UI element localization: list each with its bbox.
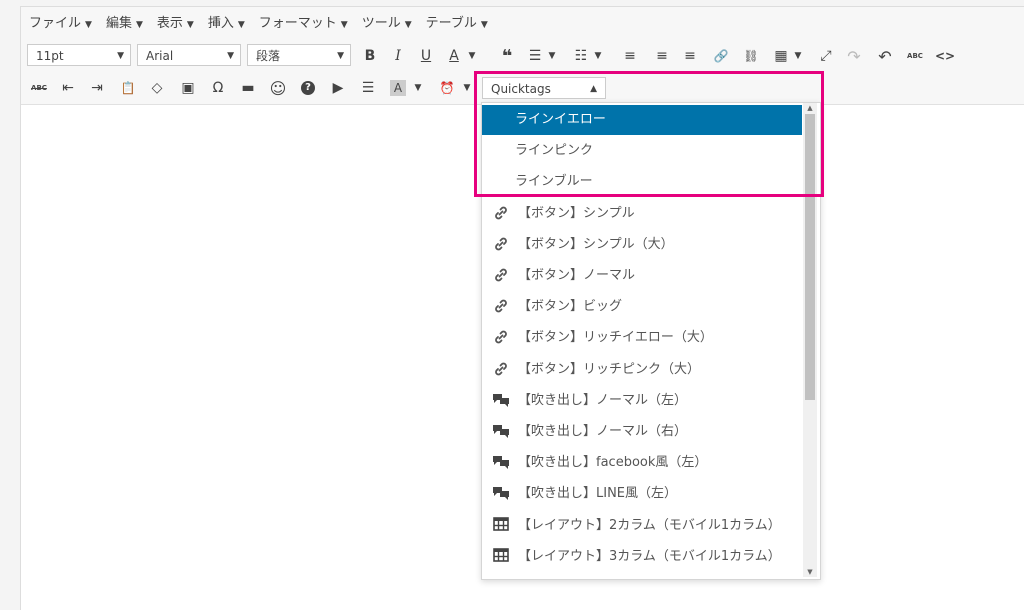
paste-button[interactable]: 📋 xyxy=(116,76,140,100)
image-button[interactable]: ▣ xyxy=(176,76,200,100)
font-size-select[interactable]: 11pt ▼ xyxy=(27,44,131,66)
outdent-button[interactable]: ⇤ xyxy=(56,76,80,100)
menubar: ファイル ▼ 編集 ▼ 表示 ▼ 挿入 ▼ フォーマット ▼ ツール ▼ テーブル ▼ xyxy=(21,7,1024,35)
bullet-list-dropdown[interactable]: ▼ xyxy=(547,44,557,68)
link-icon xyxy=(492,361,510,382)
menu-item[interactable]: 【吹き出し】ノーマル（左） xyxy=(482,386,802,416)
align-left-button[interactable]: ≡ xyxy=(618,44,642,68)
align-center-button[interactable]: ≡ xyxy=(650,44,674,68)
format-select[interactable]: 段落 ▼ xyxy=(247,44,351,66)
highlight-box xyxy=(474,71,824,197)
justify-button[interactable]: ☰ xyxy=(356,76,380,100)
redo-button[interactable]: ↷ xyxy=(842,44,866,68)
background-color-dropdown[interactable]: ▼ xyxy=(413,76,423,100)
clock-button[interactable]: ⏰ xyxy=(435,76,459,100)
link-icon xyxy=(492,329,510,350)
help-button[interactable]: ? xyxy=(296,76,320,100)
numbered-list-button[interactable]: ☷ xyxy=(569,44,593,68)
menu-item[interactable]: 【ボタン】シンプル（大） xyxy=(482,230,802,260)
emoji-button[interactable]: ☺ xyxy=(266,76,290,100)
menu-item-label: 【レイアウト】2カラム（モバイル1カラム） xyxy=(518,517,781,533)
link-button[interactable]: 🔗 xyxy=(709,44,733,68)
link-icon xyxy=(492,205,510,226)
table-dropdown[interactable]: ▼ xyxy=(793,44,803,68)
layout-icon xyxy=(492,547,510,567)
undo-button[interactable]: ↶ xyxy=(873,44,897,68)
horizontal-rule-button[interactable]: ▬ xyxy=(236,76,260,100)
menu-item-label: 【ボタン】シンプル（大） xyxy=(518,236,674,252)
scroll-down-icon[interactable]: ▼ xyxy=(803,567,817,577)
menu-file[interactable]: ファイル ▼ xyxy=(29,12,92,31)
menu-item[interactable]: 【レイアウト】2カラム（モバイル1カラム） xyxy=(482,511,802,541)
text-color-button[interactable]: A xyxy=(442,44,466,68)
menu-table[interactable]: テーブル ▼ xyxy=(426,12,488,31)
menu-item[interactable]: 【ボタン】ビッグ xyxy=(482,292,802,322)
clock-dropdown[interactable]: ▼ xyxy=(462,76,472,100)
spellcheck-button[interactable]: ABC xyxy=(903,44,927,68)
underline-button[interactable]: U xyxy=(414,44,438,68)
chevron-down-icon: ▼ xyxy=(337,51,344,61)
menu-item-label: 【吹き出し】facebook風（左） xyxy=(518,455,708,471)
menu-item-label: 【ボタン】リッチピンク（大） xyxy=(518,361,701,377)
menu-item-label: 【吹き出し】ノーマル（左） xyxy=(518,392,688,408)
menu-item[interactable]: 【吹き出し】ノーマル（右） xyxy=(482,417,802,447)
menu-insert[interactable]: 挿入 ▼ xyxy=(208,12,245,31)
chevron-down-icon: ▼ xyxy=(117,51,124,61)
media-button[interactable]: ▶ xyxy=(326,76,350,100)
menu-item[interactable]: 【ボタン】リッチピンク（大） xyxy=(482,355,802,385)
menu-item[interactable]: 【吹き出し】LINE風（左） xyxy=(482,479,802,509)
menu-item[interactable]: 【ボタン】シンプル xyxy=(482,199,802,229)
align-right-button[interactable]: ≡ xyxy=(678,44,702,68)
link-icon xyxy=(492,298,510,319)
comments-icon xyxy=(492,423,510,444)
bold-button[interactable]: B xyxy=(358,44,382,68)
code-button[interactable]: <> xyxy=(933,44,957,68)
menu-item-label: 【レイアウト】3カラム（モバイル1カラム） xyxy=(518,548,781,564)
special-char-button[interactable]: Ω xyxy=(206,76,230,100)
table-button[interactable]: ▦ xyxy=(769,44,793,68)
menu-item-label: 【ボタン】ビッグ xyxy=(518,299,623,315)
menu-item[interactable]: 【ボタン】ノーマル xyxy=(482,261,802,291)
indent-button[interactable]: ⇥ xyxy=(85,76,109,100)
background-color-button[interactable]: A xyxy=(386,76,410,100)
chevron-down-icon: ▼ xyxy=(227,51,234,61)
italic-button[interactable]: I xyxy=(386,44,410,68)
menu-item-label: 【吹き出し】ノーマル（右） xyxy=(518,424,688,439)
comments-icon xyxy=(492,392,510,413)
comments-icon xyxy=(492,454,510,475)
menu-item[interactable]: 【ボタン】リッチイエロー（大） xyxy=(482,323,802,353)
layout-icon xyxy=(492,516,510,536)
numbered-list-dropdown[interactable]: ▼ xyxy=(593,44,603,68)
menu-format[interactable]: フォーマット ▼ xyxy=(259,12,348,31)
font-family-select[interactable]: Arial ▼ xyxy=(137,44,241,66)
text-color-dropdown[interactable]: ▼ xyxy=(467,44,477,68)
clear-format-button[interactable]: ◇ xyxy=(145,76,169,100)
link-icon xyxy=(492,267,510,288)
help-icon: ? xyxy=(301,81,315,95)
menu-item[interactable]: 【吹き出し】facebook風（左） xyxy=(482,448,802,478)
menu-tools[interactable]: ツール ▼ xyxy=(362,12,412,31)
menu-item-label: 【ボタン】ノーマル xyxy=(518,268,636,283)
menu-item-label: 【ボタン】リッチイエロー（大） xyxy=(518,330,713,346)
blockquote-button[interactable]: ❝ xyxy=(495,44,519,68)
menu-edit[interactable]: 編集 ▼ xyxy=(106,12,143,31)
link-icon xyxy=(492,236,510,257)
toolbar-row-1: 11pt ▼ Arial ▼ 段落 ▼ B I U A ▼ ❝ ☰ ▼ ☷ ▼ ≡ ≡… xyxy=(21,42,1024,70)
fullscreen-button[interactable]: ⤢ xyxy=(814,44,838,68)
strikethrough-button[interactable]: ABC xyxy=(27,76,51,100)
menu-item-label: 【ボタン】シンプル xyxy=(518,205,635,221)
menu-item[interactable]: 【レイアウト】3カラム（モバイル1カラム） xyxy=(482,542,802,572)
menu-view[interactable]: 表示 ▼ xyxy=(157,12,194,31)
bullet-list-button[interactable]: ☰ xyxy=(523,44,547,68)
menu-item-label: 【吹き出し】LINE風（左） xyxy=(518,486,678,502)
comments-icon xyxy=(492,485,510,506)
unlink-button[interactable]: ⛓ xyxy=(739,44,763,68)
